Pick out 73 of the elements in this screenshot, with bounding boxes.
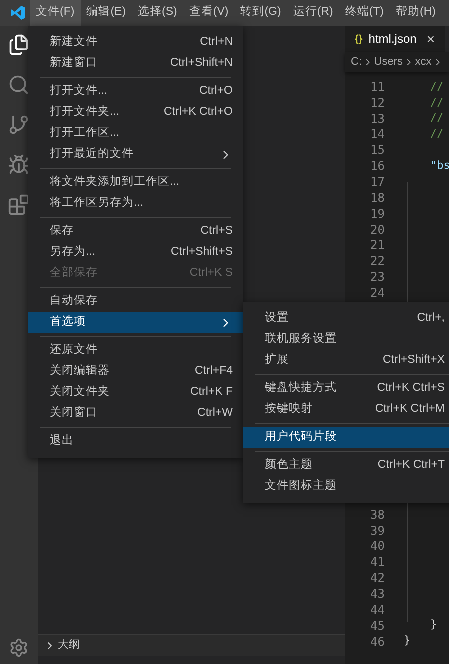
menu-item[interactable]: 关闭窗口 Ctrl+W bbox=[28, 403, 243, 424]
menu-item[interactable]: 打开最近的文件 bbox=[28, 144, 243, 165]
menu-item[interactable]: 将文件夹添加到工作区... bbox=[28, 172, 243, 193]
line-number: 12 bbox=[370, 94, 385, 112]
line-number: 45 bbox=[370, 618, 385, 635]
line-number: 13 bbox=[370, 110, 385, 128]
code-text: } bbox=[429, 617, 438, 634]
menu-item[interactable]: 关闭文件夹 Ctrl+K F bbox=[28, 382, 243, 403]
menu-item[interactable]: 另存为... Ctrl+Shift+S bbox=[28, 242, 243, 263]
app-logo-icon bbox=[10, 5, 26, 21]
menu-item[interactable]: 扩展 Ctrl+Shift+X bbox=[243, 350, 449, 371]
menu-item[interactable]: 用户代码片段 bbox=[243, 427, 449, 448]
line-number: 11 bbox=[370, 78, 385, 96]
branch-icon[interactable] bbox=[8, 114, 30, 136]
line-number: 16 bbox=[370, 158, 385, 176]
line-number: 46 bbox=[370, 634, 385, 651]
code-text: // bbox=[429, 94, 444, 111]
line-number: 24 bbox=[370, 284, 385, 302]
menu-item[interactable]: 退出 bbox=[28, 431, 243, 452]
files-icon[interactable] bbox=[8, 34, 30, 56]
menu-bar-item[interactable]: 查看(V) bbox=[183, 0, 235, 26]
menu-bar-item[interactable]: 终端(T) bbox=[339, 0, 390, 26]
line-number: 43 bbox=[370, 586, 385, 603]
menu-item[interactable]: 打开工作区... bbox=[28, 123, 243, 144]
code-text: // bbox=[429, 126, 444, 142]
menu-item[interactable]: 自动保存 bbox=[28, 291, 243, 312]
menu-item[interactable]: 首选项 bbox=[28, 312, 243, 333]
code-text: } bbox=[404, 633, 411, 650]
menu-item[interactable]: 保存 Ctrl+S bbox=[28, 221, 243, 242]
code-text: // bbox=[429, 78, 444, 95]
editor-tab[interactable]: {} html.json × bbox=[345, 26, 446, 52]
menu-bar-item[interactable]: 选择(S) bbox=[132, 0, 184, 26]
line-number: 23 bbox=[370, 269, 385, 286]
menu-item[interactable]: 新建文件 Ctrl+N bbox=[28, 32, 243, 53]
menu-item[interactable]: 还原文件 bbox=[28, 340, 243, 361]
menu-item[interactable]: 颜色主题 Ctrl+K Ctrl+T bbox=[243, 455, 449, 476]
line-number: 40 bbox=[370, 538, 385, 556]
line-number: 15 bbox=[370, 142, 385, 160]
line-number: 22 bbox=[370, 253, 385, 270]
line-number: 19 bbox=[370, 206, 385, 223]
line-number: 41 bbox=[370, 554, 385, 572]
menu-item[interactable]: 键盘快捷方式 Ctrl+K Ctrl+S bbox=[243, 378, 449, 399]
settings-icon[interactable] bbox=[9, 638, 29, 658]
search-icon[interactable] bbox=[8, 74, 30, 96]
line-number: 42 bbox=[370, 570, 385, 588]
line-number: 14 bbox=[370, 126, 385, 144]
menu-item[interactable]: 关闭编辑器 Ctrl+F4 bbox=[28, 361, 243, 382]
menu-item[interactable]: 将工作区另存为... bbox=[28, 193, 243, 214]
menu-bar-item[interactable]: 编辑(E) bbox=[80, 0, 132, 26]
menu-item[interactable]: 打开文件夹... Ctrl+K Ctrl+O bbox=[28, 102, 243, 123]
line-number: 21 bbox=[370, 237, 385, 254]
line-number: 39 bbox=[370, 522, 385, 540]
line-number: 20 bbox=[370, 222, 385, 239]
menu-item[interactable]: 文件图标主题 bbox=[243, 476, 449, 497]
menu-item[interactable]: 新建窗口 Ctrl+Shift+N bbox=[28, 53, 243, 74]
menu-item[interactable]: 设置 Ctrl+, bbox=[243, 308, 449, 329]
menu-item[interactable]: 联机服务设置 bbox=[243, 329, 449, 350]
menu-bar-item[interactable]: 运行(R) bbox=[287, 0, 340, 26]
line-number: 44 bbox=[370, 602, 385, 619]
menu-item[interactable]: 打开文件... Ctrl+O bbox=[28, 81, 243, 102]
menu-bar-item[interactable]: 文件(F) bbox=[30, 0, 81, 26]
code-text: "bs bbox=[429, 158, 449, 174]
line-number: 17 bbox=[370, 174, 385, 191]
menu-item[interactable]: 按键映射 Ctrl+K Ctrl+M bbox=[243, 399, 449, 420]
sidebar-section-header[interactable]: 大纲 bbox=[38, 634, 345, 656]
line-number: 38 bbox=[370, 506, 385, 524]
breadcrumb: C: Users xcx bbox=[345, 52, 449, 72]
line-number: 18 bbox=[370, 190, 385, 207]
bug-icon[interactable] bbox=[8, 154, 30, 176]
code-text: // bbox=[429, 110, 444, 126]
blocks-icon[interactable] bbox=[8, 194, 30, 216]
menu-bar-item[interactable]: 转到(G) bbox=[234, 0, 288, 26]
menu-bar-item[interactable]: 帮助(H) bbox=[390, 0, 442, 26]
